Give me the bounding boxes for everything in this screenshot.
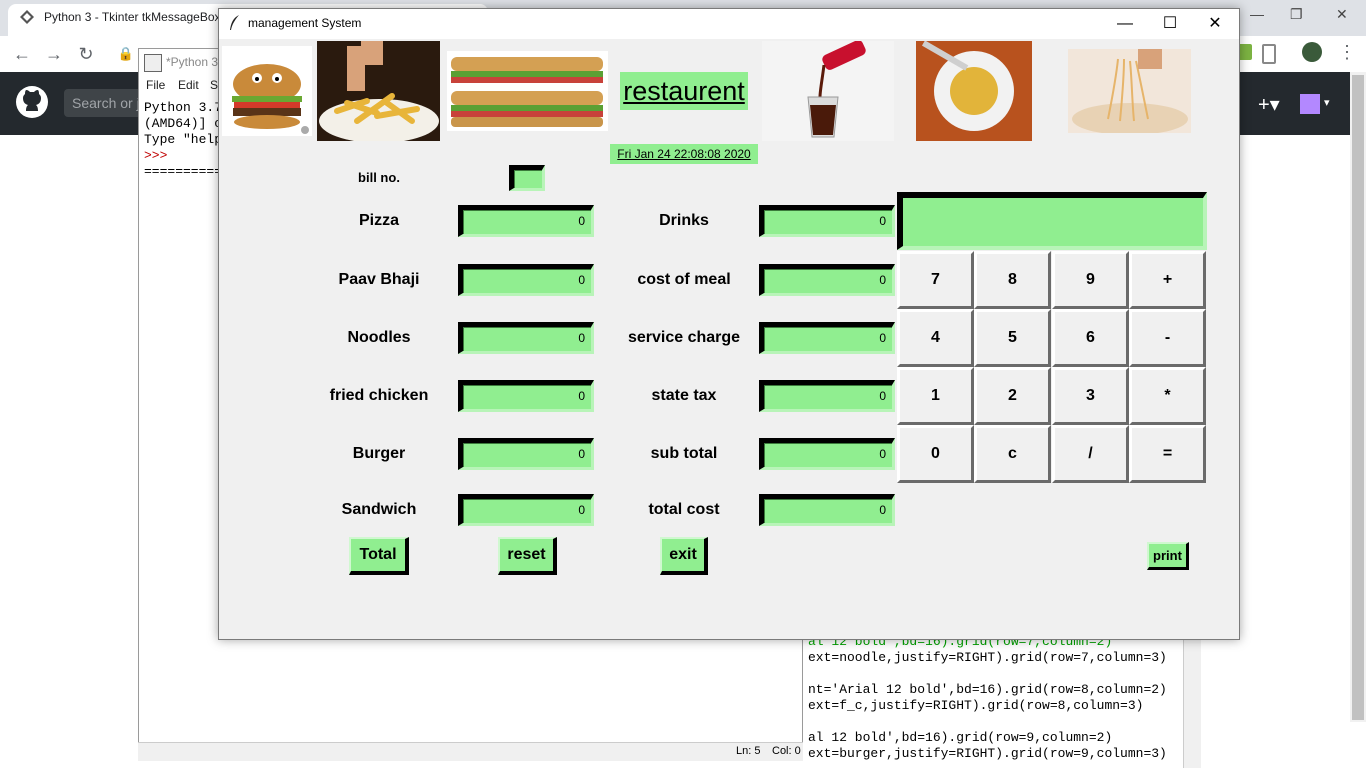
calculator-display[interactable] <box>897 192 1207 250</box>
restaurant-title: restaurent <box>620 72 748 110</box>
datetime-label: Fri Jan 24 22:08:08 2020 <box>610 144 758 164</box>
forward-icon[interactable]: → <box>42 42 66 66</box>
cola-image <box>762 41 894 141</box>
code-line: ext=f_c,justify=RIGHT).grid(row=8,column… <box>808 698 1144 713</box>
github-avatar[interactable] <box>1300 94 1320 114</box>
calc-key-multiply[interactable]: * <box>1129 367 1206 425</box>
window-title: management System <box>248 16 362 30</box>
code-line: al 12 bold',bd=16).grid(row=9,column=2) <box>808 730 1113 745</box>
tk-feather-icon <box>230 15 239 30</box>
idle-status-col: Col: 0 <box>772 745 801 757</box>
github-search-input[interactable]: Search or j <box>64 89 144 117</box>
calc-key-5[interactable]: 5 <box>974 309 1051 367</box>
state-tax-input[interactable]: 0 <box>759 380 895 412</box>
close-icon[interactable]: ✕ <box>1336 6 1348 23</box>
close-icon[interactable]: ✕ <box>1192 12 1238 36</box>
minimize-icon[interactable]: — <box>1250 6 1264 22</box>
total-cost-label: total cost <box>648 501 720 518</box>
service-charge-label: service charge <box>627 329 741 346</box>
chevron-down-icon[interactable]: ▾ <box>1324 96 1330 109</box>
burger-input[interactable]: 0 <box>458 438 594 470</box>
reset-button[interactable]: reset <box>498 537 557 575</box>
cost-of-meal-label: cost of meal <box>637 271 731 288</box>
back-icon[interactable]: ← <box>10 42 34 66</box>
extension-icon[interactable] <box>1238 44 1252 60</box>
idle-prompt: >>> <box>144 148 168 163</box>
noodles-image <box>1068 49 1191 133</box>
bill-no-label: bill no. <box>358 170 400 185</box>
idle-icon <box>144 54 162 72</box>
code-line: ext=burger,justify=RIGHT).grid(row=9,col… <box>808 746 1167 761</box>
idle-statusbar <box>138 742 803 761</box>
pizza-label: Pizza <box>358 212 399 229</box>
burger-label: Burger <box>352 445 406 462</box>
paav-bhaji-input[interactable]: 0 <box>458 264 594 296</box>
paav-bhaji-label: Paav Bhaji <box>338 271 420 288</box>
calc-key-1[interactable]: 1 <box>897 367 974 425</box>
lock-icon: 🔒 <box>117 46 135 61</box>
maximize-icon[interactable]: ☐ <box>1147 12 1193 36</box>
calc-key-6[interactable]: 6 <box>1052 309 1129 367</box>
idle-line: Python 3.7 <box>144 100 223 115</box>
calc-key-divide[interactable]: / <box>1052 425 1129 483</box>
print-button[interactable]: print <box>1147 542 1189 570</box>
idle-title: *Python 3 <box>166 55 219 69</box>
service-charge-input[interactable]: 0 <box>759 322 895 354</box>
reload-icon[interactable]: ↻ <box>74 42 98 66</box>
drinks-input[interactable]: 0 <box>759 205 895 237</box>
idle-line: Type "help <box>144 132 223 147</box>
fried-chicken-label: fried chicken <box>329 387 429 404</box>
plus-icon[interactable]: +▾ <box>1258 92 1280 117</box>
calc-key-clear[interactable]: c <box>974 425 1051 483</box>
browser-tab-title: Python 3 - Tkinter tkMessageBox <box>44 10 221 24</box>
bill-no-input[interactable] <box>509 165 545 191</box>
calc-key-7[interactable]: 7 <box>897 251 974 309</box>
calc-key-equals[interactable]: = <box>1129 425 1206 483</box>
idle-status-ln: Ln: 5 <box>736 745 761 757</box>
tk-titlebar <box>219 9 1239 39</box>
calc-key-3[interactable]: 3 <box>1052 367 1129 425</box>
page-scrollbar-thumb[interactable] <box>1352 75 1364 720</box>
idle-menu-shell[interactable]: S <box>210 78 218 98</box>
code-line: ext=noodle,justify=RIGHT).grid(row=7,col… <box>808 650 1167 665</box>
restore-icon[interactable]: ❐ <box>1290 6 1303 23</box>
editor-scrollbar[interactable] <box>1183 632 1201 768</box>
device-icon[interactable] <box>1262 44 1276 64</box>
profile-avatar[interactable] <box>1302 42 1322 62</box>
state-tax-label: state tax <box>651 387 717 404</box>
total-button[interactable]: Total <box>349 537 409 575</box>
total-cost-input[interactable]: 0 <box>759 494 895 526</box>
calc-key-4[interactable]: 4 <box>897 309 974 367</box>
noodles-input[interactable]: 0 <box>458 322 594 354</box>
code-line: nt='Arial 12 bold',bd=16).grid(row=8,col… <box>808 682 1167 697</box>
calc-key-8[interactable]: 8 <box>974 251 1051 309</box>
idle-line: ========== <box>144 164 223 179</box>
calc-key-9[interactable]: 9 <box>1052 251 1129 309</box>
sandwich-image <box>447 51 608 131</box>
minimize-icon[interactable]: — <box>1102 12 1148 36</box>
idle-menu-file[interactable]: File <box>146 78 165 98</box>
cost-of-meal-input[interactable]: 0 <box>759 264 895 296</box>
github-logo-icon[interactable] <box>16 86 48 118</box>
calc-key-minus[interactable]: - <box>1129 309 1206 367</box>
sandwich-input[interactable]: 0 <box>458 494 594 526</box>
fried-chicken-input[interactable]: 0 <box>458 380 594 412</box>
menu-icon[interactable]: ⋮ <box>1338 42 1356 63</box>
calc-key-2[interactable]: 2 <box>974 367 1051 425</box>
sandwich-label: Sandwich <box>341 501 417 518</box>
exit-button[interactable]: exit <box>660 537 708 575</box>
calc-key-0[interactable]: 0 <box>897 425 974 483</box>
sub-total-input[interactable]: 0 <box>759 438 895 470</box>
pizza-input[interactable]: 0 <box>458 205 594 237</box>
python-doc-icon <box>20 10 34 24</box>
soup-image <box>916 41 1032 141</box>
burger-image <box>222 46 312 136</box>
noodles-label: Noodles <box>347 329 411 346</box>
fries-image <box>317 41 440 141</box>
calc-key-plus[interactable]: + <box>1129 251 1206 309</box>
idle-line: (AMD64)] o <box>144 116 223 131</box>
idle-menu-edit[interactable]: Edit <box>178 78 199 98</box>
sub-total-label: sub total <box>650 445 718 462</box>
drinks-label: Drinks <box>659 212 709 229</box>
